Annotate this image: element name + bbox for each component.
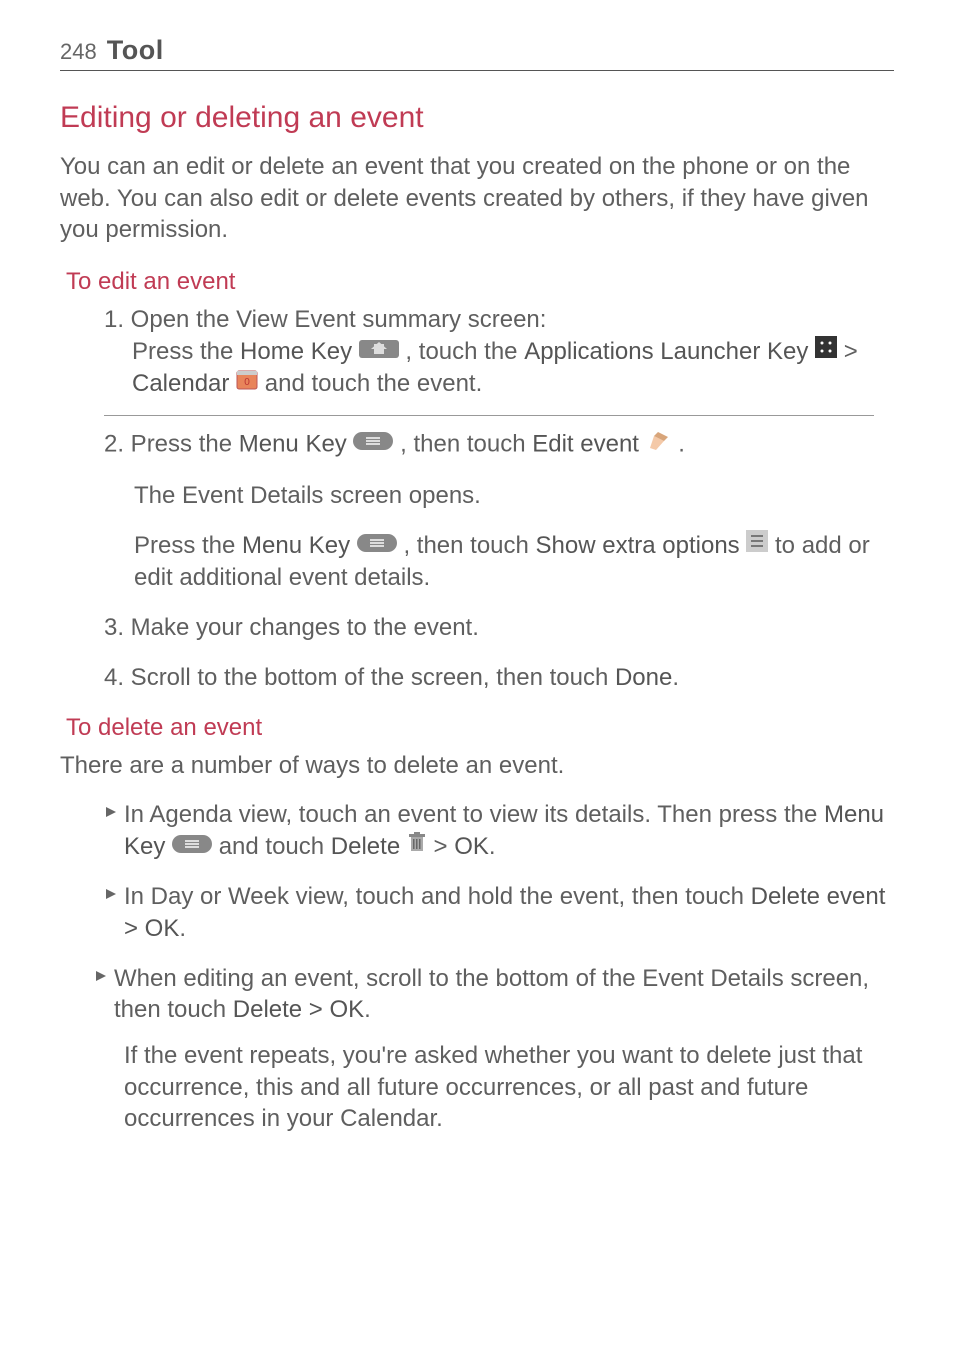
- step-2-sub-2: Press the Menu Key , then touch Show ext…: [134, 530, 894, 594]
- text: 4. Scroll to the bottom of the screen, t…: [104, 664, 615, 691]
- triangle-bullet-icon: [94, 969, 108, 988]
- text: When editing an event, scroll to the bot…: [114, 965, 869, 1024]
- delete-ok-label: Delete > OK: [233, 996, 364, 1023]
- text: and touch: [212, 833, 331, 860]
- edit-event-icon: [646, 426, 672, 461]
- delete-intro: There are a number of ways to delete an …: [60, 750, 894, 782]
- text: , touch the: [399, 338, 524, 365]
- text: .: [179, 915, 186, 942]
- gt: >: [427, 833, 454, 860]
- step-2-line: 2. Press the Menu Key , then touch Edit …: [104, 428, 894, 463]
- page-number: 248: [60, 39, 97, 65]
- separator: [104, 415, 874, 416]
- step-2: 2. Press the Menu Key , then touch Edit …: [104, 428, 894, 463]
- text: .: [672, 664, 679, 691]
- delete-label: Delete: [331, 833, 400, 860]
- text: 2. Press the: [104, 430, 239, 457]
- menu-key-icon: [172, 830, 212, 862]
- heading-editing-deleting: Editing or deleting an event: [60, 101, 894, 135]
- step-2-sub-1: The Event Details screen opens.: [134, 480, 894, 512]
- text-line: When editing an event, scroll to the bot…: [114, 963, 894, 1026]
- document-page: 248 Tool Editing or deleting an event Yo…: [0, 0, 954, 1193]
- text: In Agenda view, touch an event to view i…: [124, 801, 824, 828]
- step-4: 4. Scroll to the bottom of the screen, t…: [104, 662, 894, 694]
- text-line: In Day or Week view, touch and hold the …: [124, 881, 894, 944]
- heading-to-edit: To edit an event: [66, 268, 894, 296]
- extra-options-icon: [746, 529, 768, 561]
- menu-key-label: Menu Key: [242, 532, 350, 559]
- ok-label: OK: [454, 833, 489, 860]
- text: The Event Details screen opens.: [134, 480, 894, 512]
- bullet-day-week-view: In Day or Week view, touch and hold the …: [104, 881, 894, 944]
- step-1: 1. Open the View Event summary screen: P…: [104, 304, 894, 401]
- text: If the event repeats, you're asked wheth…: [124, 1040, 894, 1135]
- text: 3. Make your changes to the event.: [104, 612, 894, 644]
- calendar-icon: 0: [236, 367, 258, 399]
- header-title: Tool: [107, 35, 164, 66]
- home-key-label: Home Key: [240, 338, 352, 365]
- bullet-3-sub: If the event repeats, you're asked wheth…: [124, 1040, 894, 1135]
- text: .: [489, 833, 496, 860]
- show-extra-options-label: Show extra options: [536, 532, 740, 559]
- bullet-when-editing: When editing an event, scroll to the bot…: [94, 963, 894, 1026]
- step-1-line-1: 1. Open the View Event summary screen:: [104, 304, 894, 336]
- menu-key-icon: [357, 529, 397, 561]
- text-line: In Agenda view, touch an event to view i…: [124, 799, 894, 863]
- text: and touch the event.: [258, 370, 482, 397]
- triangle-bullet-icon: [104, 805, 118, 824]
- bullet-agenda-view: In Agenda view, touch an event to view i…: [104, 799, 894, 863]
- step-3: 3. Make your changes to the event.: [104, 612, 894, 644]
- edit-event-label: Edit event: [532, 430, 639, 457]
- home-key-icon: [359, 335, 399, 367]
- apps-launcher-key-icon: [815, 335, 837, 367]
- menu-key-label: Menu Key: [239, 430, 347, 457]
- text: In Day or Week view, touch and hold the …: [124, 883, 751, 910]
- text: , then touch: [393, 430, 532, 457]
- trash-icon: [407, 830, 427, 862]
- menu-key-icon: [353, 427, 393, 459]
- calendar-label: Calendar: [132, 370, 229, 397]
- apps-launcher-key-label: Applications Launcher Key: [524, 338, 808, 365]
- triangle-bullet-icon: [104, 887, 118, 906]
- text: .: [672, 430, 685, 457]
- svg-text:0: 0: [244, 377, 250, 388]
- text: , then touch: [397, 532, 536, 559]
- intro-paragraph: You can an edit or delete an event that …: [60, 151, 894, 246]
- text-line: 4. Scroll to the bottom of the screen, t…: [104, 662, 894, 694]
- text: Press the: [134, 532, 242, 559]
- gt: >: [837, 338, 858, 365]
- text: Press the: [132, 338, 240, 365]
- text: .: [364, 996, 371, 1023]
- done-label: Done: [615, 664, 672, 691]
- page-header: 248 Tool: [60, 35, 894, 71]
- heading-to-delete: To delete an event: [66, 714, 894, 742]
- step-1-line-2: Press the Home Key , touch the Applicati…: [104, 336, 894, 401]
- text-line: Press the Menu Key , then touch Show ext…: [134, 530, 894, 594]
